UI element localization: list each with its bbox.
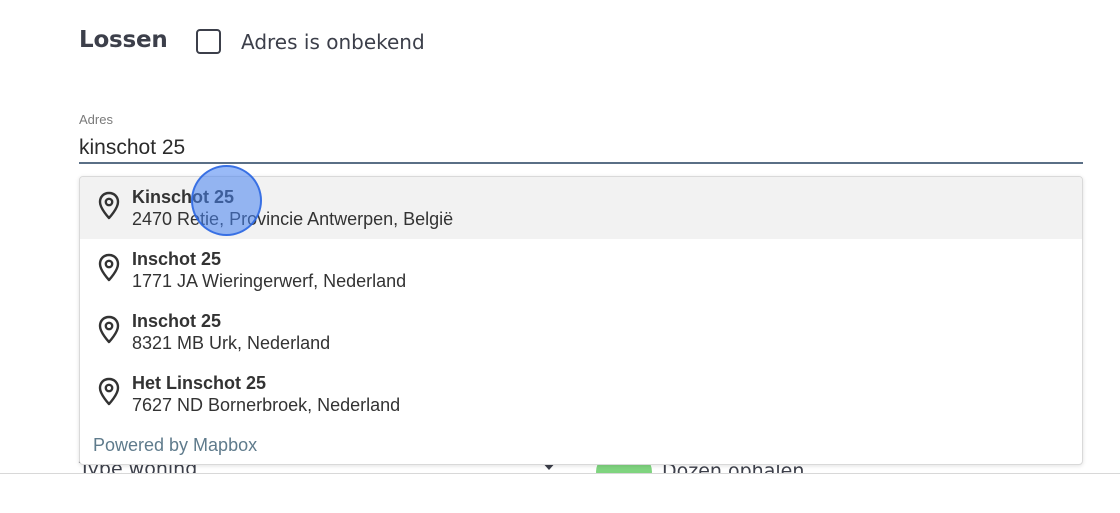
suggestion-subtitle: 8321 MB Urk, Nederland (132, 333, 331, 353)
page: Lossen Adres is onbekend Adres Type woni… (0, 0, 1120, 513)
suggestion-title: Het Linschot 25 (132, 373, 267, 393)
address-input[interactable] (79, 133, 1083, 164)
suggestion-title: Inschot 25 (132, 311, 222, 331)
map-pin-icon (98, 377, 120, 406)
powered-by-mapbox[interactable]: Powered by Mapbox (93, 435, 257, 456)
map-pin-icon (98, 315, 120, 344)
suggestion-subtitle: 7627 ND Bornerbroek, Nederland (132, 395, 401, 415)
bottom-area (0, 474, 1120, 513)
suggestion-subtitle: 2470 Retie, Provincie Antwerpen, België (132, 209, 454, 229)
section-title: Lossen (79, 27, 168, 53)
suggestion-item[interactable]: Inschot 25 1771 JA Wieringerwerf, Nederl… (80, 239, 1082, 301)
click-indicator (191, 165, 262, 236)
unknown-address-label[interactable]: Adres is onbekend (241, 30, 425, 54)
suggestion-subtitle: 1771 JA Wieringerwerf, Nederland (132, 271, 407, 291)
map-pin-icon (98, 191, 120, 220)
suggestion-item[interactable]: Inschot 25 8321 MB Urk, Nederland (80, 301, 1082, 363)
address-field-label: Adres (79, 112, 113, 127)
suggestion-title: Inschot 25 (132, 249, 222, 269)
map-pin-icon (98, 253, 120, 282)
suggestion-item[interactable]: Het Linschot 25 7627 ND Bornerbroek, Ned… (80, 363, 1082, 425)
unknown-address-checkbox[interactable] (196, 29, 221, 54)
